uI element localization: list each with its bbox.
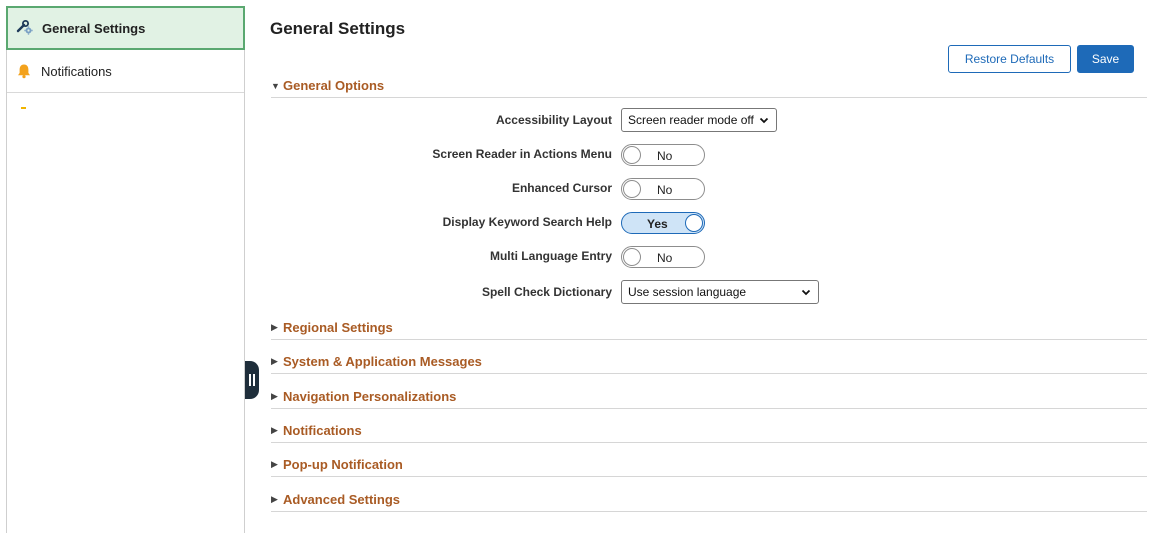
- section-title: System & Application Messages: [283, 354, 482, 369]
- chevron-down-icon: [801, 289, 811, 296]
- section-title: Regional Settings: [283, 320, 393, 335]
- section-notifications[interactable]: ▶ Notifications: [271, 423, 1147, 443]
- wrench-gear-icon: [16, 19, 34, 37]
- restore-defaults-button[interactable]: Restore Defaults: [948, 45, 1071, 73]
- chevron-down-icon: [759, 117, 769, 124]
- section-title: Navigation Personalizations: [283, 389, 457, 404]
- keyword-search-help-toggle[interactable]: Yes: [621, 212, 705, 234]
- section-title: Advanced Settings: [283, 492, 401, 507]
- caret-right-icon: ▶: [271, 391, 278, 401]
- accessibility-layout-select[interactable]: Screen reader mode off: [621, 108, 777, 132]
- field-accessibility-layout: Accessibility Layout Screen reader mode …: [271, 108, 1147, 132]
- sidebar-item-notifications[interactable]: Notifications: [7, 50, 244, 93]
- toggle-value: No: [657, 251, 673, 265]
- field-multi-language-entry: Multi Language Entry No: [271, 244, 1147, 268]
- select-value: Use session language: [628, 285, 747, 299]
- sidebar-item-label: Notifications: [41, 63, 112, 79]
- sidebar-divider-mark: [21, 107, 26, 109]
- sidebar: General Settings Notifications: [6, 6, 245, 533]
- sidebar-item-general-settings[interactable]: General Settings: [6, 6, 245, 50]
- caret-right-icon: ▶: [271, 425, 278, 435]
- section-title: Notifications: [283, 423, 362, 438]
- page-title: General Settings: [270, 19, 406, 38]
- field-spell-check-dictionary: Spell Check Dictionary Use session langu…: [271, 280, 1147, 304]
- section-popup-notification[interactable]: ▶ Pop-up Notification: [271, 457, 1147, 477]
- toggle-value: No: [657, 183, 673, 197]
- save-button[interactable]: Save: [1077, 45, 1134, 73]
- field-label: Screen Reader in Actions Menu: [432, 147, 612, 161]
- toggle-value: Yes: [647, 217, 668, 231]
- section-regional-settings[interactable]: ▶ Regional Settings: [271, 320, 1147, 340]
- section-general-options[interactable]: ▼ General Options: [271, 78, 1147, 98]
- sidebar-item-label: General Settings: [42, 20, 146, 36]
- caret-right-icon: ▶: [271, 459, 278, 469]
- field-keyword-search-help: Display Keyword Search Help Yes: [271, 210, 1147, 234]
- section-advanced-settings[interactable]: ▶ Advanced Settings: [271, 492, 1147, 512]
- section-system-application-messages[interactable]: ▶ System & Application Messages: [271, 354, 1147, 374]
- field-label: Multi Language Entry: [489, 249, 612, 263]
- section-title: General Options: [283, 78, 385, 93]
- section-title: Pop-up Notification: [283, 457, 403, 472]
- caret-right-icon: ▶: [271, 322, 278, 332]
- toggle-value: No: [657, 149, 673, 163]
- multi-language-entry-toggle[interactable]: No: [621, 246, 705, 268]
- section-navigation-personalizations[interactable]: ▶ Navigation Personalizations: [271, 389, 1147, 409]
- field-screen-reader-actions: Screen Reader in Actions Menu No: [271, 142, 1147, 166]
- select-value: Screen reader mode off: [628, 113, 754, 127]
- field-label: Accessibility Layout: [495, 113, 612, 127]
- caret-right-icon: ▶: [271, 356, 278, 366]
- caret-down-icon: ▼: [271, 80, 280, 91]
- field-label: Display Keyword Search Help: [442, 215, 612, 229]
- toggle-knob: [685, 214, 703, 232]
- field-enhanced-cursor: Enhanced Cursor No: [271, 176, 1147, 200]
- spell-check-dictionary-select[interactable]: Use session language: [621, 280, 819, 304]
- drag-handle-icon: [249, 374, 255, 386]
- screen-reader-actions-toggle[interactable]: No: [621, 144, 705, 166]
- enhanced-cursor-toggle[interactable]: No: [621, 178, 705, 200]
- toggle-knob: [623, 248, 641, 266]
- field-label: Spell Check Dictionary: [481, 285, 612, 299]
- sidebar-collapse-handle[interactable]: [245, 361, 259, 399]
- caret-right-icon: ▶: [271, 494, 278, 504]
- field-label: Enhanced Cursor: [511, 181, 612, 195]
- toggle-knob: [623, 180, 641, 198]
- toggle-knob: [623, 146, 641, 164]
- bell-icon: [15, 62, 33, 80]
